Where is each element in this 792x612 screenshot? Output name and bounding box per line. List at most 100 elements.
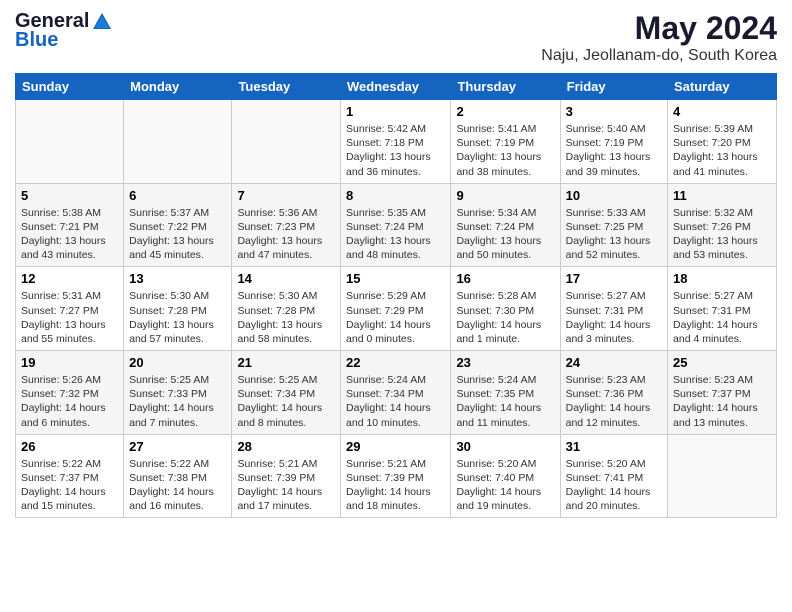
day-number: 6 — [129, 188, 226, 203]
calendar-header-sunday: Sunday — [16, 74, 124, 100]
day-number: 21 — [237, 355, 335, 370]
day-info: Sunrise: 5:24 AM Sunset: 7:35 PM Dayligh… — [456, 373, 554, 430]
calendar-cell: 25 Sunrise: 5:23 AM Sunset: 7:37 PM Dayli… — [668, 351, 777, 435]
calendar-cell: 22 Sunrise: 5:24 AM Sunset: 7:34 PM Dayli… — [341, 351, 451, 435]
day-info: Sunrise: 5:25 AM Sunset: 7:34 PM Dayligh… — [237, 373, 335, 430]
calendar-cell: 9Sunrise: 5:34 AM Sunset: 7:24 PM Daylig… — [451, 183, 560, 267]
page-header: General Blue May 2024 Naju, Jeollanam-do… — [15, 10, 777, 65]
day-number: 2 — [456, 104, 554, 119]
day-info: Sunrise: 5:28 AM Sunset: 7:30 PM Dayligh… — [456, 289, 554, 346]
day-number: 20 — [129, 355, 226, 370]
logo-icon — [91, 11, 113, 33]
day-number: 30 — [456, 439, 554, 454]
calendar-week-row: 19 Sunrise: 5:26 AM Sunset: 7:32 PM Dayli… — [16, 351, 777, 435]
day-number: 17 — [566, 271, 662, 286]
day-number: 22 — [346, 355, 445, 370]
day-info: Sunrise: 5:24 AM Sunset: 7:34 PM Dayligh… — [346, 373, 445, 430]
day-info: Sunrise: 5:23 AM Sunset: 7:36 PM Dayligh… — [566, 373, 662, 430]
calendar-cell: 3 Sunrise: 5:40 AM Sunset: 7:19 PM Daylig… — [560, 100, 667, 184]
calendar-cell: 6 Sunrise: 5:37 AM Sunset: 7:22 PM Daylig… — [124, 183, 232, 267]
day-info: Sunrise: 5:20 AM Sunset: 7:41 PM Dayligh… — [566, 457, 662, 514]
calendar-cell: 18Sunrise: 5:27 AM Sunset: 7:31 PM Dayli… — [668, 267, 777, 351]
location-title: Naju, Jeollanam-do, South Korea — [541, 47, 777, 65]
day-info: Sunrise: 5:23 AM Sunset: 7:37 PM Dayligh… — [673, 373, 771, 430]
month-title: May 2024 — [541, 10, 777, 47]
day-info: Sunrise: 5:33 AM Sunset: 7:25 PM Dayligh… — [566, 206, 662, 263]
day-number: 4 — [673, 104, 771, 119]
calendar-cell — [124, 100, 232, 184]
calendar-cell: 31 Sunrise: 5:20 AM Sunset: 7:41 PM Dayli… — [560, 434, 667, 518]
calendar-cell — [16, 100, 124, 184]
day-number: 26 — [21, 439, 118, 454]
calendar-header-monday: Monday — [124, 74, 232, 100]
calendar-cell: 15 Sunrise: 5:29 AM Sunset: 7:29 PM Dayli… — [341, 267, 451, 351]
day-number: 5 — [21, 188, 118, 203]
day-number: 29 — [346, 439, 445, 454]
calendar-cell: 5 Sunrise: 5:38 AM Sunset: 7:21 PM Daylig… — [16, 183, 124, 267]
calendar-cell: 29 Sunrise: 5:21 AM Sunset: 7:39 PM Dayli… — [341, 434, 451, 518]
day-info: Sunrise: 5:22 AM Sunset: 7:37 PM Dayligh… — [21, 457, 118, 514]
day-number: 9 — [456, 188, 554, 203]
day-number: 19 — [21, 355, 118, 370]
day-info: Sunrise: 5:37 AM Sunset: 7:22 PM Dayligh… — [129, 206, 226, 263]
calendar-header-friday: Friday — [560, 74, 667, 100]
day-number: 16 — [456, 271, 554, 286]
day-number: 11 — [673, 188, 771, 203]
calendar-cell: 16 Sunrise: 5:28 AM Sunset: 7:30 PM Dayli… — [451, 267, 560, 351]
calendar-cell: 20Sunrise: 5:25 AM Sunset: 7:33 PM Dayli… — [124, 351, 232, 435]
day-info: Sunrise: 5:29 AM Sunset: 7:29 PM Dayligh… — [346, 289, 445, 346]
calendar-cell: 10Sunrise: 5:33 AM Sunset: 7:25 PM Dayli… — [560, 183, 667, 267]
calendar-cell: 21 Sunrise: 5:25 AM Sunset: 7:34 PM Dayli… — [232, 351, 341, 435]
calendar-cell: 19 Sunrise: 5:26 AM Sunset: 7:32 PM Dayli… — [16, 351, 124, 435]
day-info: Sunrise: 5:31 AM Sunset: 7:27 PM Dayligh… — [21, 289, 118, 346]
calendar-cell — [232, 100, 341, 184]
day-info: Sunrise: 5:41 AM Sunset: 7:19 PM Dayligh… — [456, 122, 554, 179]
calendar-header-thursday: Thursday — [451, 74, 560, 100]
logo-blue: Blue — [15, 29, 58, 52]
calendar-week-row: 1Sunrise: 5:42 AM Sunset: 7:18 PM Daylig… — [16, 100, 777, 184]
day-info: Sunrise: 5:26 AM Sunset: 7:32 PM Dayligh… — [21, 373, 118, 430]
day-info: Sunrise: 5:20 AM Sunset: 7:40 PM Dayligh… — [456, 457, 554, 514]
day-info: Sunrise: 5:36 AM Sunset: 7:23 PM Dayligh… — [237, 206, 335, 263]
day-number: 3 — [566, 104, 662, 119]
calendar-cell: 14 Sunrise: 5:30 AM Sunset: 7:28 PM Dayli… — [232, 267, 341, 351]
title-area: May 2024 Naju, Jeollanam-do, South Korea — [541, 10, 777, 65]
calendar-cell: 28 Sunrise: 5:21 AM Sunset: 7:39 PM Dayli… — [232, 434, 341, 518]
calendar-header-tuesday: Tuesday — [232, 74, 341, 100]
day-number: 8 — [346, 188, 445, 203]
day-number: 28 — [237, 439, 335, 454]
calendar-cell: 2 Sunrise: 5:41 AM Sunset: 7:19 PM Daylig… — [451, 100, 560, 184]
calendar-cell: 13 Sunrise: 5:30 AM Sunset: 7:28 PM Dayli… — [124, 267, 232, 351]
day-number: 15 — [346, 271, 445, 286]
calendar-header-row: SundayMondayTuesdayWednesdayThursdayFrid… — [16, 74, 777, 100]
calendar-cell — [668, 434, 777, 518]
day-number: 14 — [237, 271, 335, 286]
day-info: Sunrise: 5:30 AM Sunset: 7:28 PM Dayligh… — [237, 289, 335, 346]
day-number: 1 — [346, 104, 445, 119]
day-number: 25 — [673, 355, 771, 370]
calendar-week-row: 26 Sunrise: 5:22 AM Sunset: 7:37 PM Dayli… — [16, 434, 777, 518]
calendar-cell: 8Sunrise: 5:35 AM Sunset: 7:24 PM Daylig… — [341, 183, 451, 267]
day-number: 13 — [129, 271, 226, 286]
logo: General Blue — [15, 10, 113, 52]
calendar-cell: 1Sunrise: 5:42 AM Sunset: 7:18 PM Daylig… — [341, 100, 451, 184]
calendar-header-wednesday: Wednesday — [341, 74, 451, 100]
calendar-cell: 4 Sunrise: 5:39 AM Sunset: 7:20 PM Daylig… — [668, 100, 777, 184]
day-number: 31 — [566, 439, 662, 454]
day-info: Sunrise: 5:39 AM Sunset: 7:20 PM Dayligh… — [673, 122, 771, 179]
calendar-cell: 27 Sunrise: 5:22 AM Sunset: 7:38 PM Dayli… — [124, 434, 232, 518]
day-info: Sunrise: 5:38 AM Sunset: 7:21 PM Dayligh… — [21, 206, 118, 263]
day-info: Sunrise: 5:22 AM Sunset: 7:38 PM Dayligh… — [129, 457, 226, 514]
day-info: Sunrise: 5:30 AM Sunset: 7:28 PM Dayligh… — [129, 289, 226, 346]
day-info: Sunrise: 5:40 AM Sunset: 7:19 PM Dayligh… — [566, 122, 662, 179]
calendar-cell: 17Sunrise: 5:27 AM Sunset: 7:31 PM Dayli… — [560, 267, 667, 351]
calendar-cell: 12Sunrise: 5:31 AM Sunset: 7:27 PM Dayli… — [16, 267, 124, 351]
calendar-header-saturday: Saturday — [668, 74, 777, 100]
calendar-cell: 26 Sunrise: 5:22 AM Sunset: 7:37 PM Dayli… — [16, 434, 124, 518]
day-number: 27 — [129, 439, 226, 454]
day-info: Sunrise: 5:21 AM Sunset: 7:39 PM Dayligh… — [237, 457, 335, 514]
day-number: 23 — [456, 355, 554, 370]
calendar-cell: 24 Sunrise: 5:23 AM Sunset: 7:36 PM Dayli… — [560, 351, 667, 435]
day-number: 24 — [566, 355, 662, 370]
day-info: Sunrise: 5:21 AM Sunset: 7:39 PM Dayligh… — [346, 457, 445, 514]
